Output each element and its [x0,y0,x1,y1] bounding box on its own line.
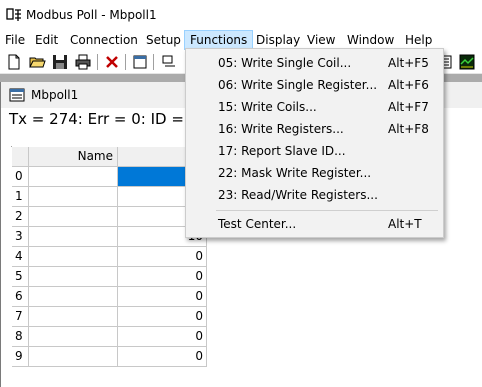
function-icon[interactable] [160,53,178,71]
menu-item-label: 05: Write Single Coil... [218,56,352,70]
row-name-cell[interactable] [29,307,118,327]
new-file-icon[interactable] [5,53,23,71]
menu-item-label: 15: Write Coils... [218,100,317,114]
row-index: 8 [12,327,29,347]
row-value-cell[interactable]: 0 [118,307,207,327]
row-name-cell[interactable] [29,347,118,367]
menu-item-label: Test Center... [218,217,297,231]
row-name-cell[interactable] [29,247,118,267]
menu-connection[interactable]: Connection [65,30,143,50]
menu-bar: File Edit Connection Setup Functions Dis… [0,30,482,50]
row-value-cell[interactable]: 0 [118,327,207,347]
row-name-cell[interactable] [29,227,118,247]
row-name-cell[interactable] [29,287,118,307]
menu-item-label: 17: Report Slave ID... [218,144,346,158]
menu-item-shortcut: Alt+F8 [388,122,429,136]
toolbar-separator [97,54,98,70]
functions-dropdown-menu: 05: Write Single Coil... Alt+F5 06: Writ… [185,48,444,238]
menu-view[interactable]: View [302,30,340,50]
row-index: 6 [12,287,29,307]
menu-setup[interactable]: Setup [141,30,186,50]
toolbar-separator [125,54,126,70]
row-value-cell[interactable]: 0 [118,347,207,367]
register-grid: Name 00 0122310405060708090 [11,146,207,367]
toolbar-separator [153,54,154,70]
delete-icon[interactable] [103,53,121,71]
menu-item-read-write-registers[interactable]: 23: Read/Write Registers... [186,184,443,206]
menu-edit[interactable]: Edit [30,30,63,50]
window-icon[interactable] [131,53,149,71]
menu-window[interactable]: Window [342,30,399,50]
window-title: Modbus Poll - Mbpoll1 [26,8,157,22]
row-name-cell[interactable] [29,187,118,207]
row-name-cell[interactable] [29,207,118,227]
row-name-cell[interactable] [29,267,118,287]
menu-help[interactable]: Help [400,30,437,50]
row-name-cell[interactable] [29,327,118,347]
save-icon[interactable] [51,53,69,71]
title-bar: Modbus Poll - Mbpoll1 [0,0,482,30]
menu-display[interactable]: Display [251,30,305,50]
row-index: 9 [12,347,29,367]
row-name-cell[interactable] [29,167,118,187]
document-icon [9,88,25,102]
menu-item-shortcut: Alt+F6 [388,78,429,92]
row-value-cell[interactable]: 0 [118,247,207,267]
menu-file[interactable]: File [0,30,30,50]
menu-item-label: 06: Write Single Register... [218,78,378,92]
menu-item-shortcut: Alt+T [388,217,422,231]
menu-item-report-slave-id[interactable]: 17: Report Slave ID... [186,140,443,162]
menu-item-write-single-coil[interactable]: 05: Write Single Coil... Alt+F5 [186,52,443,74]
open-folder-icon[interactable] [28,53,46,71]
trend-chart-icon[interactable] [458,53,476,71]
menu-separator [216,210,438,211]
menu-item-write-single-register[interactable]: 06: Write Single Register... Alt+F6 [186,74,443,96]
row-index: 4 [12,247,29,267]
menu-item-shortcut: Alt+F7 [388,100,429,114]
menu-functions[interactable]: Functions [184,30,254,50]
column-header-name[interactable]: Name [29,147,118,167]
menu-item-test-center[interactable]: Test Center... Alt+T [186,213,443,235]
row-index: 2 [12,207,29,227]
row-value-cell[interactable]: 0 [118,267,207,287]
print-icon[interactable] [74,53,92,71]
menu-item-write-registers[interactable]: 16: Write Registers... Alt+F8 [186,118,443,140]
menu-item-label: 23: Read/Write Registers... [218,188,378,202]
child-window-title: Mbpoll1 [31,88,79,102]
row-index: 1 [12,187,29,207]
menu-item-label: 22: Mask Write Register... [218,166,372,180]
row-index: 3 [12,227,29,247]
modbus-app-icon [6,8,21,21]
row-value-cell[interactable]: 0 [118,287,207,307]
menu-item-write-coils[interactable]: 15: Write Coils... Alt+F7 [186,96,443,118]
menu-item-label: 16: Write Registers... [218,122,344,136]
row-index: 0 [12,167,29,187]
row-index: 7 [12,307,29,327]
menu-item-shortcut: Alt+F5 [388,56,429,70]
row-index: 5 [12,267,29,287]
menu-item-mask-write-register[interactable]: 22: Mask Write Register... [186,162,443,184]
grid-corner-cell [12,147,29,167]
